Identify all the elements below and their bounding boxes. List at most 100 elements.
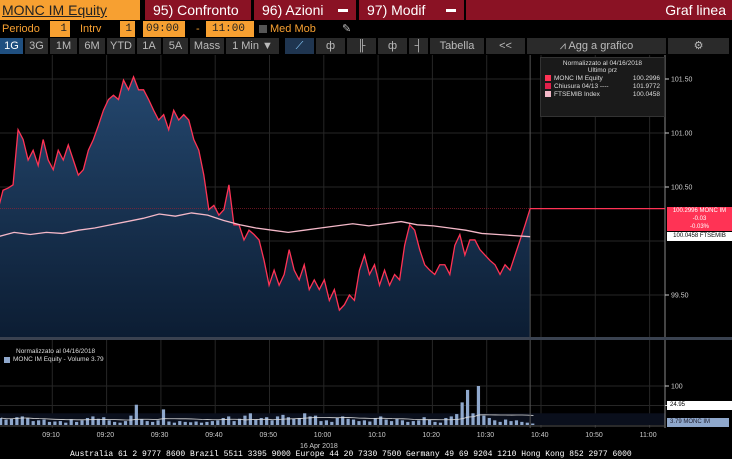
period-input[interactable]: 1	[50, 21, 70, 37]
settings-gear-icon[interactable]: ⚙	[668, 38, 730, 54]
volume-bar	[292, 418, 296, 425]
add-to-chart-button[interactable]: ⩘ Agg a grafico	[527, 38, 667, 54]
volume-bar	[417, 420, 421, 425]
volume-bar	[493, 420, 497, 425]
x-tick-label: 10:30	[476, 432, 495, 439]
range-6m[interactable]: 6M	[79, 38, 106, 54]
volume-bar	[248, 413, 252, 425]
volume-bar	[75, 421, 79, 425]
volume-bar	[525, 422, 529, 425]
y-tick-label: 101.50	[671, 77, 693, 84]
x-tick-label: 09:30	[150, 432, 169, 439]
x-tick-label: 09:20	[96, 432, 115, 439]
volume-bar	[422, 417, 426, 425]
chevron-down-icon: ▬	[446, 4, 456, 15]
date-label: 16 Apr 2018	[300, 443, 338, 450]
chart-legend: Normalizzato al 04/16/2018 Ultimo prz MO…	[540, 57, 665, 117]
volume-bar	[31, 421, 35, 425]
x-tick-label: 10:20	[422, 432, 440, 439]
monc-tag-change: -0.03	[692, 216, 707, 222]
volume-bar	[205, 421, 209, 425]
legend-item: FTSEMIB Index 100.0458	[545, 90, 660, 98]
interval-label: Intrv	[80, 23, 102, 35]
volume-bar	[514, 420, 519, 425]
legend-item-value: 100.0458	[632, 90, 660, 98]
range-3g[interactable]: 3G	[25, 38, 49, 54]
range-1a[interactable]: 1A	[137, 38, 162, 54]
volume-bar	[227, 416, 231, 425]
volume-bar	[471, 413, 475, 425]
volume-bar	[379, 416, 383, 425]
interval-select[interactable]: 1 Min ▼	[226, 38, 280, 54]
volume-bar	[102, 417, 106, 425]
legend-subtitle: Ultimo prz	[587, 67, 618, 74]
range-1m[interactable]: 1M	[50, 38, 78, 54]
range-1g[interactable]: 1G	[0, 38, 24, 54]
volume-bar	[113, 421, 117, 425]
volume-bar	[270, 420, 274, 425]
interval-input[interactable]: 1	[120, 21, 135, 37]
legend-item-value: 101.9772	[632, 82, 660, 90]
legend-item-label: MONC IM Equity	[554, 74, 603, 82]
volume-bar	[389, 421, 394, 425]
x-tick-label: 10:00	[313, 432, 332, 439]
x-tick-label: 09:50	[259, 432, 278, 439]
pencil-icon[interactable]: ✎	[342, 21, 351, 37]
volume-bar	[313, 415, 318, 425]
add-to-chart-label: Agg a grafico	[568, 40, 634, 52]
volume-bar	[85, 417, 90, 425]
hl-icon[interactable]: ┤	[409, 38, 429, 54]
bar-chart-icon[interactable]: ╟	[347, 38, 377, 54]
volume-legend: MONC IM Equity - Volume 3.79	[4, 356, 104, 363]
y-tick-label: 99.50	[671, 293, 689, 300]
volume-bar	[368, 421, 372, 425]
y-tick-label: 100.50	[671, 185, 693, 192]
volume-bar	[172, 422, 176, 425]
start-time-input[interactable]: 09:00	[143, 21, 185, 37]
table-button[interactable]: Tabella	[430, 38, 485, 54]
volume-bar	[156, 420, 160, 425]
volume-bar	[400, 420, 405, 425]
volume-bar	[411, 421, 415, 425]
monc-tag-change-pct: -0.03%	[689, 224, 709, 230]
compare-button[interactable]: 95) Confronto	[145, 0, 251, 20]
volume-bar	[151, 421, 155, 425]
volume-bar	[4, 419, 8, 425]
volume-bar	[64, 422, 68, 425]
range-5a[interactable]: 5A	[163, 38, 189, 54]
y-tick-label: 101.00	[671, 131, 693, 138]
volume-bar	[531, 423, 535, 425]
volume-bar	[232, 421, 236, 425]
end-time-input[interactable]: 11:00	[206, 21, 254, 37]
volume-bar	[254, 419, 258, 425]
volume-bar	[509, 421, 513, 425]
line-chart-icon[interactable]: ⟋	[285, 38, 315, 54]
volume-bar	[194, 421, 198, 425]
volume-bar	[373, 417, 377, 425]
actions-button[interactable]: 96) Azioni ▬	[254, 0, 356, 20]
actions-label: 96) Azioni	[262, 2, 324, 18]
modify-button[interactable]: 97) Modif ▬	[359, 0, 464, 20]
volume-bar	[319, 421, 323, 425]
legend-swatch	[545, 75, 551, 81]
range-ytd[interactable]: YTD	[107, 38, 136, 54]
volume-bar	[286, 417, 290, 425]
volume-average-tag: 24.95	[667, 401, 732, 410]
collapse-button[interactable]: <<	[486, 38, 526, 54]
compare-label: 95) Confronto	[153, 2, 239, 18]
volume-bar	[520, 421, 524, 425]
modify-label: 97) Modif	[367, 2, 426, 18]
moving-avg-checkbox[interactable]	[259, 25, 267, 33]
ticker-field[interactable]: MONC IM Equity	[0, 0, 140, 20]
ftse-last-price-tag: 100.0458 FTSEMIB	[667, 232, 732, 241]
volume-bar	[123, 421, 128, 425]
volume-bar	[91, 416, 95, 425]
legend-item: Chiusura 04/13 ---- 101.9772	[545, 82, 660, 90]
candlestick-icon[interactable]: ф	[316, 38, 346, 54]
range-mass[interactable]: Mass	[190, 38, 225, 54]
volume-bar	[53, 421, 57, 425]
volume-bar	[0, 417, 3, 425]
volume-bar	[80, 420, 84, 425]
ohlc-icon[interactable]: ф	[378, 38, 408, 54]
volume-bar	[335, 417, 339, 425]
